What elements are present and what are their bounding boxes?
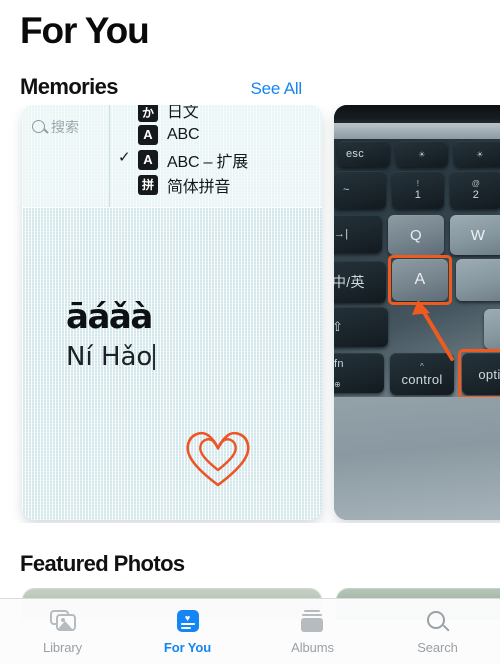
- ime-badge-icon: A: [138, 149, 158, 170]
- tone-marks-headline: āáǎà: [66, 297, 153, 337]
- key-f2-glyph: ☀: [476, 149, 484, 159]
- magnifier-icon: [423, 609, 453, 635]
- ime-item-simplified-pinyin[interactable]: 拼 简体拼音: [114, 172, 322, 197]
- tab-search[interactable]: Search: [375, 609, 500, 655]
- memories-carousel[interactable]: 搜索 か 日文 A ABC A ABC – 扩展: [0, 105, 500, 523]
- key-fn-label: fn: [334, 357, 344, 370]
- ime-item-japanese[interactable]: か 日文: [114, 105, 322, 122]
- key-2-shift: @: [471, 179, 481, 188]
- key-f2[interactable]: ☀: [454, 141, 500, 167]
- photos-for-you-screen: For You Memories See All 搜索 か 日文 A ABC ✓…: [0, 0, 500, 664]
- ime-badge-icon: か: [138, 105, 158, 122]
- key-z[interactable]: Z: [484, 309, 500, 349]
- text-caret: [153, 344, 156, 370]
- albums-stack-icon: [298, 609, 328, 635]
- memory-card-keyboard[interactable]: esc ☀ ☀ ⊞ ~ ! 1 @ 2 →| Q W 中/: [334, 105, 500, 520]
- key-1-label: 1: [414, 189, 422, 201]
- key-esc[interactable]: esc: [338, 141, 390, 167]
- tab-bar: Library ♥ For You Albums Search: [0, 598, 500, 664]
- featured-photos-title: Featured Photos: [20, 551, 185, 576]
- key-1-shift: !: [416, 179, 420, 188]
- key-tilde-label: ~: [343, 184, 350, 196]
- key-control-label: control: [401, 371, 443, 387]
- ime-option-list: か 日文 A ABC A ABC – 扩展 拼 简体拼音: [110, 105, 322, 207]
- tab-search-label: Search: [417, 639, 458, 655]
- key-tab[interactable]: →|: [334, 215, 382, 253]
- ime-item-label: ABC: [167, 125, 200, 143]
- laptop-aluminium-edge: [334, 123, 500, 139]
- ime-search-area[interactable]: 搜索: [22, 105, 110, 207]
- heart-doodle-icon: [182, 423, 254, 494]
- ime-badge-icon: 拼: [138, 174, 158, 195]
- key-s[interactable]: [456, 259, 500, 301]
- tab-albums[interactable]: Albums: [250, 609, 375, 655]
- key-fn[interactable]: fn ⊕: [334, 353, 384, 393]
- tab-library[interactable]: Library: [0, 609, 125, 655]
- annotation-arrow-icon: [412, 300, 454, 361]
- note-text: Ní Hǎo: [66, 342, 156, 372]
- ime-item-abc[interactable]: A ABC: [114, 122, 322, 147]
- key-f1-glyph: ☀: [418, 149, 426, 159]
- note-text-value: Ní Hǎo: [66, 342, 153, 372]
- key-shift[interactable]: ⇧: [334, 307, 388, 347]
- for-you-card-icon: ♥: [173, 609, 203, 635]
- search-icon: [32, 120, 45, 133]
- tab-albums-label: Albums: [291, 639, 334, 655]
- ime-item-label: ABC – 扩展: [167, 153, 249, 171]
- key-2-label: 2: [472, 189, 480, 201]
- globe-icon: ⊕: [334, 379, 342, 389]
- memory-card-chinese-input[interactable]: 搜索 か 日文 A ABC A ABC – 扩展: [22, 105, 322, 520]
- laptop-trackpad: [334, 397, 500, 520]
- key-f1[interactable]: ☀: [396, 141, 448, 167]
- key-caps-chinese-english[interactable]: 中/英: [334, 261, 386, 303]
- ime-item-label: 简体拼音: [167, 178, 231, 196]
- memories-title: Memories: [20, 74, 119, 99]
- key-1[interactable]: ! 1: [392, 171, 444, 209]
- key-w[interactable]: W: [450, 215, 500, 255]
- tab-for-you[interactable]: ♥ For You: [125, 609, 250, 655]
- key-2[interactable]: @ 2: [450, 171, 500, 209]
- key-tilde[interactable]: ~: [334, 171, 386, 209]
- page-title: For You: [20, 10, 150, 51]
- ime-item-label: 日文: [167, 105, 199, 121]
- memories-section-header: Memories See All: [20, 74, 480, 100]
- tab-library-label: Library: [42, 639, 83, 655]
- photo-stack-icon: [48, 609, 78, 635]
- key-q[interactable]: Q: [388, 215, 444, 255]
- ime-item-abc-extended[interactable]: A ABC – 扩展: [114, 147, 322, 172]
- input-method-menu: 搜索 か 日文 A ABC A ABC – 扩展: [22, 105, 322, 208]
- ime-badge-icon: A: [138, 124, 158, 145]
- tab-for-you-label: For You: [163, 639, 212, 655]
- see-all-link[interactable]: See All: [250, 79, 480, 99]
- ime-search-placeholder: 搜索: [51, 119, 79, 135]
- key-caps-label: 中/英: [334, 274, 365, 290]
